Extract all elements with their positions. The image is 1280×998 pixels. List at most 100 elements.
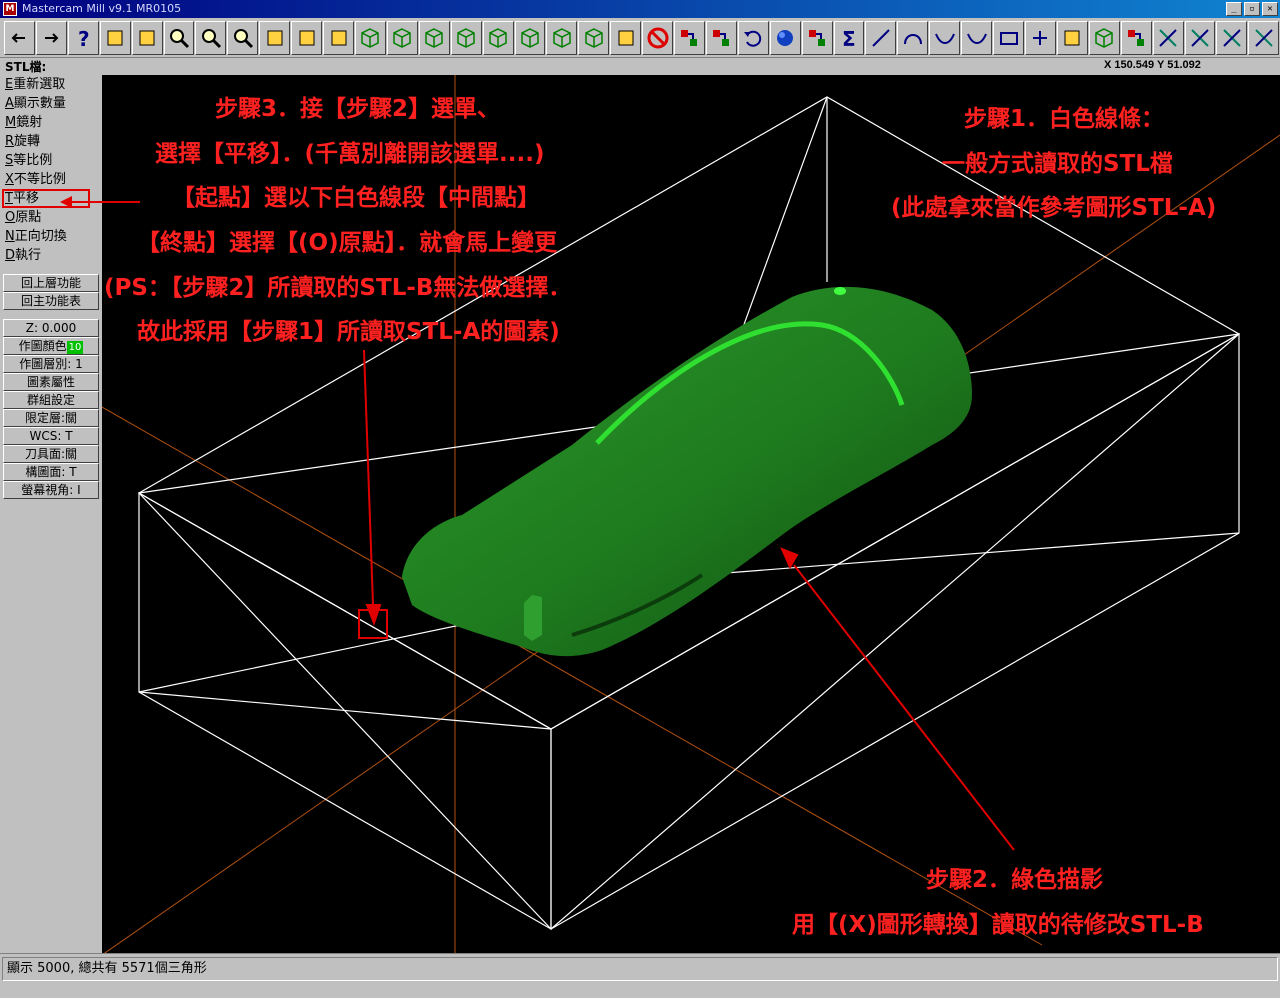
trim-1-button[interactable] [1152,20,1184,55]
back-up-button[interactable]: 回上層功能 [3,274,99,292]
zoom-fit-icon [201,28,221,48]
menu-item-display-count[interactable]: A顯示數量 [2,94,101,113]
bottom-bar: 顯示 5000, 總共有 5571個三角形 [0,953,1280,998]
step2-arrow-head [780,547,799,570]
rectangle-button[interactable] [993,20,1024,55]
iso-view-button[interactable] [450,20,482,55]
rotate-button[interactable] [323,20,354,55]
rotate-icon [331,30,347,45]
car-feature [524,595,542,641]
help-button[interactable]: ? [67,20,99,55]
tool-plane-button[interactable]: 刀具面:關 [3,445,99,463]
step2-arrow-line [793,564,1015,851]
app-icon: M [3,2,17,16]
prompt-text: STL檔: [5,60,47,74]
layers-button[interactable] [801,20,833,55]
front-view-button[interactable] [386,20,418,55]
cube-view-1-button[interactable] [482,20,514,55]
point-plus-icon [1033,30,1048,45]
pencil-icon [618,30,634,45]
wcs-button[interactable]: WCS: T [3,427,99,445]
group-button[interactable]: 群組設定 [3,391,99,409]
menu-item-scale-xyz[interactable]: X不等比例 [2,170,101,189]
no-entry-icon [647,27,669,48]
trim-2-button[interactable] [1184,20,1216,55]
select-button[interactable] [291,20,323,55]
menu-item-rotate[interactable]: R旋轉 [2,132,101,151]
front-view-icon [393,27,412,48]
solid-box-button[interactable] [1088,20,1120,55]
restore-button[interactable]: ▫ [1244,2,1260,16]
top-view-button[interactable] [354,20,386,55]
cube-view-4-button[interactable] [578,20,610,55]
line-button[interactable] [865,20,897,55]
close-button[interactable]: ✕ [1262,2,1278,16]
cube-view-3-button[interactable] [546,20,578,55]
line-icon [872,28,890,47]
step3-line-1: 步驟3．接【步驟2】選單、 [215,96,501,122]
zoom-window-icon [233,28,253,48]
transfer-1-button[interactable] [674,20,705,55]
forward-arrow-button[interactable] [35,20,67,55]
trim-1-icon [1159,28,1177,47]
attributes-button[interactable]: 圖素屬性 [3,373,99,391]
trim-3-button[interactable] [1216,20,1248,55]
sphere-button[interactable] [769,20,801,55]
surface-button[interactable] [1056,20,1088,55]
arc-button[interactable] [897,20,929,55]
zoom-fit-button[interactable] [195,20,227,55]
menu-item-flip-normal[interactable]: N正向切換 [2,227,101,246]
analyze-button[interactable] [131,20,163,55]
point-plus-button[interactable] [1025,20,1056,55]
menu-item-mirror[interactable]: M鏡射 [2,113,101,132]
graphics-view-button[interactable]: 螢幕視角: I [3,481,99,499]
box-diagonal-front-2 [138,691,552,730]
back-arrow-icon [12,32,26,43]
sigma-button[interactable]: Σ [833,20,865,55]
pan-button[interactable] [259,20,291,55]
curve-down-icon [934,33,955,44]
prompt-line: STL檔: X 150.549 Y 51.092 [0,58,1280,74]
cube-view-3-icon [553,27,571,48]
top-view-icon [361,27,380,48]
spline-button[interactable] [961,20,993,55]
menu-item-reselect[interactable]: E重新選取 [2,75,101,94]
svg-text:?: ? [78,27,90,50]
levels-button[interactable] [1120,20,1152,55]
step1-line-1: 步驟1．白色線條： [964,106,1165,132]
z-depth-button[interactable]: Z: 0.000 [3,319,99,337]
calculator-button[interactable] [99,20,131,55]
back-arrow-button[interactable] [4,20,35,55]
menu-item-execute[interactable]: D執行 [2,246,101,265]
cursor-coordinates: X 150.549 Y 51.092 [1104,59,1201,71]
no-entry-button[interactable] [642,20,674,55]
transfer-2-button[interactable] [705,20,737,55]
help-icon: ? [78,27,90,50]
step1-line-3: (此處拿來當作參考圖形STL-A) [891,195,1217,221]
curve-down-button[interactable] [929,20,961,55]
menu-item-scale[interactable]: S等比例 [2,151,101,170]
zoom-window-button[interactable] [227,20,259,55]
minimize-button[interactable]: _ [1226,2,1242,16]
cube-view-2-button[interactable] [514,20,546,55]
undo-icon [744,30,762,47]
surface-icon [1064,30,1080,45]
svg-text:Σ: Σ [842,27,856,50]
step2-line-2: 用【(X)圖形轉換】讀取的待修改STL-B [792,912,1204,938]
undo-button[interactable] [737,20,769,55]
trim-4-icon [1255,28,1273,47]
solid-box-icon [1095,27,1114,48]
cube-view-2-icon [521,27,539,48]
main-menu-button[interactable]: 回主功能表 [3,292,99,310]
trim-4-button[interactable] [1248,20,1280,55]
color-button[interactable]: 作圖顏色 10 [3,337,99,355]
level-button[interactable]: 作圖層別: 1 [3,355,99,373]
pencil-button[interactable] [610,20,642,55]
transfer-1-icon [681,29,698,46]
graphics-viewport[interactable]: 步驟3．接【步驟2】選單、 選擇【平移】．(千萬別離開該選單....) 【起點】… [102,75,1280,953]
step2-line-1: 步驟2．綠色描影 [926,867,1104,893]
construction-plane-button[interactable]: 構圖面: T [3,463,99,481]
zoom-in-button[interactable] [163,20,195,55]
side-view-button[interactable] [418,20,450,55]
mask-button[interactable]: 限定層:關 [3,409,99,427]
